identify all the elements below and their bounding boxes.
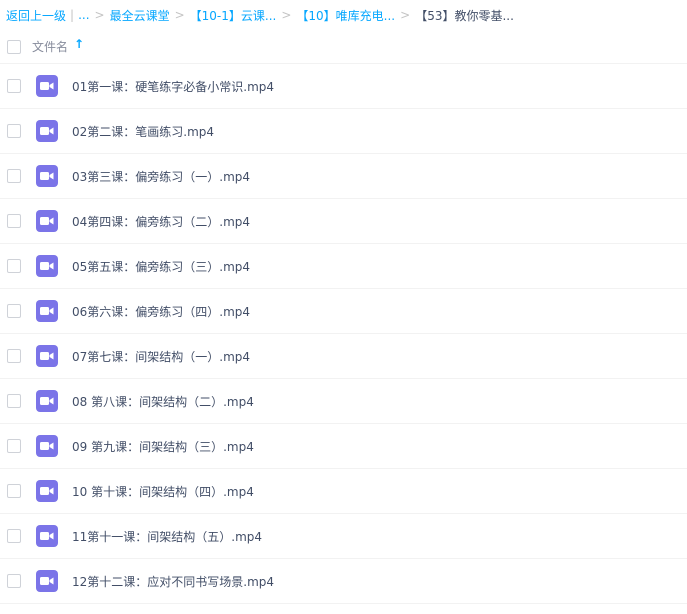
row-checkbox[interactable] — [7, 259, 21, 273]
file-row[interactable]: 02第二课：笔画练习.mp4 — [0, 109, 687, 154]
file-list-header: 文件名 ↑ — [0, 30, 687, 64]
file-name[interactable]: 12第十二课：应对不同书写场景.mp4 — [72, 573, 274, 590]
arrow-up-icon[interactable]: ↑ — [74, 37, 84, 51]
row-checkbox[interactable] — [7, 529, 21, 543]
breadcrumb-ellipsis[interactable]: ... — [78, 8, 89, 22]
file-row[interactable]: 03第三课：偏旁练习（一）.mp4 — [0, 154, 687, 199]
file-name[interactable]: 02第二课：笔画练习.mp4 — [72, 123, 214, 140]
video-file-icon — [36, 570, 58, 592]
file-name[interactable]: 09 第九课：间架结构（三）.mp4 — [72, 438, 254, 455]
file-name[interactable]: 07第七课：间架结构（一）.mp4 — [72, 348, 250, 365]
video-file-icon — [36, 300, 58, 322]
file-row[interactable]: 09 第九课：间架结构（三）.mp4 — [0, 424, 687, 469]
row-checkbox[interactable] — [7, 79, 21, 93]
select-all-checkbox[interactable] — [7, 40, 21, 54]
video-file-icon — [36, 525, 58, 547]
chevron-right-icon: > — [94, 8, 105, 22]
file-row[interactable]: 01第一课：硬笔练字必备小常识.mp4 — [0, 64, 687, 109]
video-file-icon — [36, 165, 58, 187]
file-name[interactable]: 05第五课：偏旁练习（三）.mp4 — [72, 258, 250, 275]
row-checkbox[interactable] — [7, 349, 21, 363]
breadcrumb-divider: | — [70, 8, 75, 22]
breadcrumb-item-1[interactable]: 最全云课堂 — [110, 7, 170, 24]
row-checkbox[interactable] — [7, 304, 21, 318]
video-file-icon — [36, 435, 58, 457]
breadcrumb-item-3[interactable]: 【10】唯库充电... — [296, 7, 395, 24]
row-checkbox[interactable] — [7, 394, 21, 408]
chevron-right-icon: > — [174, 8, 185, 22]
chevron-right-icon: > — [281, 8, 292, 22]
file-row[interactable]: 04第四课：偏旁练习（二）.mp4 — [0, 199, 687, 244]
file-name[interactable]: 10 第十课：间架结构（四）.mp4 — [72, 483, 254, 500]
name-column-header[interactable]: 文件名 — [32, 38, 68, 55]
video-file-icon — [36, 345, 58, 367]
file-name[interactable]: 03第三课：偏旁练习（一）.mp4 — [72, 168, 250, 185]
video-file-icon — [36, 120, 58, 142]
file-name[interactable]: 04第四课：偏旁练习（二）.mp4 — [72, 213, 250, 230]
back-link[interactable]: 返回上一级 — [6, 7, 66, 24]
file-row[interactable]: 05第五课：偏旁练习（三）.mp4 — [0, 244, 687, 289]
file-row[interactable]: 12第十二课：应对不同书写场景.mp4 — [0, 559, 687, 604]
file-row[interactable]: 10 第十课：间架结构（四）.mp4 — [0, 469, 687, 514]
video-file-icon — [36, 255, 58, 277]
breadcrumb: 返回上一级 | ... > 最全云课堂 > 【10-1】云课... > 【10】… — [6, 0, 687, 30]
file-row[interactable]: 06第六课：偏旁练习（四）.mp4 — [0, 289, 687, 334]
row-checkbox[interactable] — [7, 484, 21, 498]
video-file-icon — [36, 75, 58, 97]
file-row[interactable]: 07第七课：间架结构（一）.mp4 — [0, 334, 687, 379]
chevron-right-icon: > — [400, 8, 411, 22]
file-name[interactable]: 01第一课：硬笔练字必备小常识.mp4 — [72, 78, 274, 95]
row-checkbox[interactable] — [7, 439, 21, 453]
file-row[interactable]: 11第十一课：间架结构（五）.mp4 — [0, 514, 687, 559]
row-checkbox[interactable] — [7, 124, 21, 138]
breadcrumb-item-2[interactable]: 【10-1】云课... — [190, 7, 277, 24]
file-row[interactable]: 08 第八课：间架结构（二）.mp4 — [0, 379, 687, 424]
row-checkbox[interactable] — [7, 214, 21, 228]
row-checkbox[interactable] — [7, 574, 21, 588]
video-file-icon — [36, 480, 58, 502]
video-file-icon — [36, 390, 58, 412]
breadcrumb-current: 【53】教你零基... — [415, 8, 514, 23]
row-checkbox[interactable] — [7, 169, 21, 183]
file-name[interactable]: 11第十一课：间架结构（五）.mp4 — [72, 528, 262, 545]
file-name[interactable]: 08 第八课：间架结构（二）.mp4 — [72, 393, 254, 410]
file-name[interactable]: 06第六课：偏旁练习（四）.mp4 — [72, 303, 250, 320]
video-file-icon — [36, 210, 58, 232]
